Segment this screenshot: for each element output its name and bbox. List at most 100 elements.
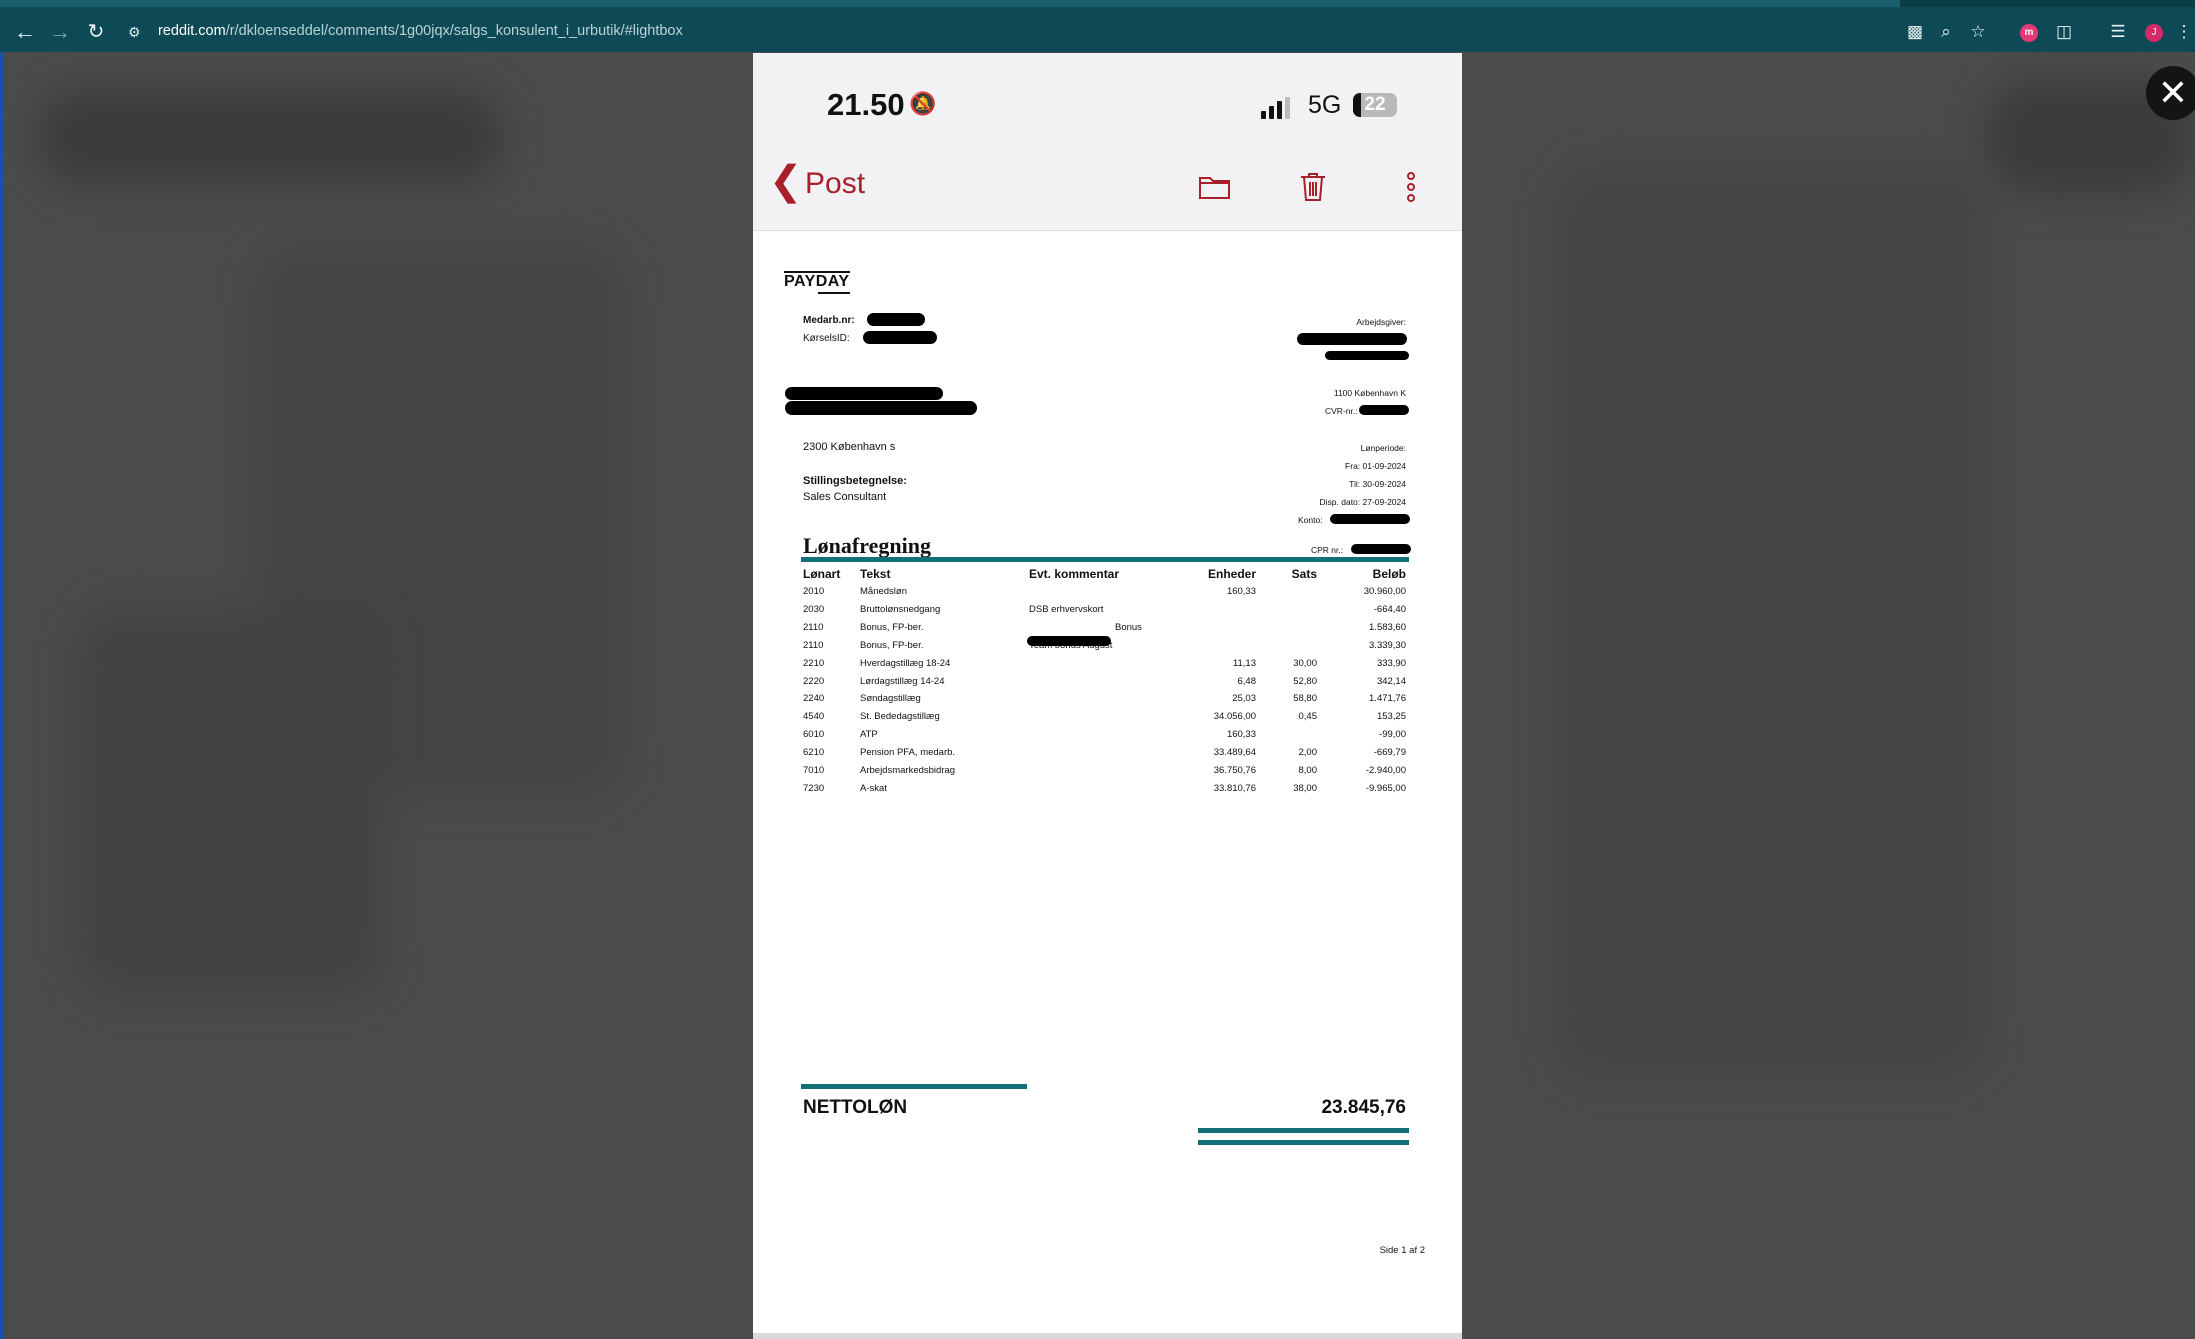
- menu-kebab-icon[interactable]: ⋮: [2173, 21, 2195, 43]
- back-arrow-icon[interactable]: ←: [12, 19, 38, 45]
- cast-icon[interactable]: ▩: [1904, 21, 1926, 43]
- cpr-label: CPR nr.:: [1311, 545, 1344, 555]
- row-units: 33.489,64: [1213, 747, 1256, 759]
- row-amount: -2.940,00: [1365, 765, 1406, 776]
- account-label: Konto:: [1298, 515, 1323, 525]
- row-code: 2210: [803, 657, 825, 669]
- row-code: 7010: [803, 765, 825, 776]
- redaction: [1359, 405, 1409, 415]
- row-amount: 333,90: [1376, 657, 1406, 669]
- col-header-text: Tekst: [860, 567, 891, 581]
- col-header-code: Lønart: [803, 567, 841, 581]
- more-options-icon: [1407, 172, 1415, 202]
- row-code: 2010: [803, 586, 825, 597]
- reload-icon[interactable]: ↻: [83, 19, 109, 45]
- phone-status-bar: 21.50 🔕 5G 22: [753, 53, 1462, 143]
- row-code: 2030: [803, 603, 825, 615]
- net-pay-value: 23.845,76: [1321, 1097, 1406, 1118]
- row-rate: 2,00: [1298, 747, 1318, 759]
- tab-strip: [0, 0, 1900, 7]
- period-label: Lønperiode:: [1360, 443, 1406, 453]
- redaction: [863, 331, 937, 344]
- silent-bell-icon: 🔕: [909, 91, 937, 116]
- chevron-left-icon: ❮: [769, 159, 803, 203]
- address-bar[interactable]: ⚙ reddit.com/r/dkloenseddel/comments/1g0…: [124, 17, 1904, 47]
- row-code: 4540: [803, 711, 825, 723]
- col-header-units: Enheder: [1207, 567, 1256, 581]
- browser-toolbar: ← → ↻ ⚙ reddit.com/r/dkloenseddel/commen…: [0, 0, 2195, 52]
- extensions-puzzle-icon[interactable]: ◫: [2053, 21, 2075, 43]
- row-rate: 38,00: [1293, 782, 1317, 794]
- col-header-rate: Sats: [1291, 567, 1317, 581]
- forward-arrow-icon[interactable]: →: [47, 19, 73, 45]
- payslip-row: 7010 Arbejdsmarkedsbidrag 36.750,76 8,00 -2.…: [753, 765, 1462, 783]
- payslip-document: PAYDAY Medarb.nr: KørselsID: 2300 Københ…: [753, 241, 1462, 1339]
- row-code: 6210: [803, 747, 825, 759]
- payslip-row: 2030 Bruttolønsnedgang DSB erhvervskort -66…: [753, 604, 1462, 622]
- url-text[interactable]: reddit.com/r/dkloenseddel/comments/1g00j…: [158, 23, 683, 39]
- row-text: St. Bededagstillæg: [860, 711, 940, 723]
- row-amount: 1.583,60: [1369, 621, 1406, 633]
- row-code: 7230: [803, 782, 825, 794]
- row-text: Arbejdsmarkedsbidrag: [860, 765, 956, 776]
- row-text: Bonus, FP-ber.: [860, 621, 924, 633]
- payslip-row: 2240 Søndagstillæg 25,03 58,80 1.471,76: [753, 693, 1462, 711]
- row-text: Lørdagstillæg 14-24: [860, 675, 945, 687]
- payslip-row: 2220 Lørdagstillæg 14-24 6,48 52,80 342,14: [753, 676, 1462, 694]
- row-code: 2220: [803, 675, 825, 687]
- page-number: Side 1 af 2: [1379, 1245, 1425, 1256]
- mail-navbar: ❮ Post: [753, 143, 1462, 231]
- row-text: Bonus, FP-ber.: [860, 639, 924, 651]
- extension-icon[interactable]: m: [2020, 24, 2038, 42]
- period-from: Fra: 01-09-2024: [1345, 461, 1406, 471]
- row-rate: 8,00: [1298, 765, 1318, 776]
- row-amount: 153,25: [1376, 711, 1406, 723]
- row-amount: 3.339,30: [1369, 639, 1406, 651]
- signal-icon: [1261, 97, 1291, 119]
- row-code: 2110: [803, 621, 824, 633]
- battery-level: 22: [1364, 94, 1386, 115]
- row-code: 6010: [803, 729, 825, 741]
- row-units: 11,13: [1232, 657, 1256, 669]
- url-path: /r/dkloenseddel/comments/1g00jqx/salgs_k…: [225, 23, 683, 39]
- site-settings-icon[interactable]: ⚙: [128, 23, 146, 41]
- row-text: Månedsløn: [860, 586, 907, 597]
- folder-icon: [1199, 177, 1230, 199]
- url-domain: reddit.com: [158, 23, 226, 39]
- row-rate: 30,00: [1293, 657, 1317, 669]
- employee-city: 2300 København s: [803, 441, 896, 453]
- page-edge: [0, 52, 3, 1339]
- row-amount: 30.960,00: [1363, 586, 1406, 597]
- document-edge: [753, 1333, 1462, 1339]
- media-controls-icon[interactable]: ☰: [2107, 21, 2129, 43]
- net-pay-label: NETTOLØN: [803, 1097, 908, 1118]
- payslip-row: 4540 St. Bededagstillæg 34.056,00 0,45 153,2…: [753, 711, 1462, 729]
- redaction: [1325, 351, 1409, 360]
- row-code: 2110: [803, 639, 824, 651]
- row-units: 160,33: [1226, 586, 1256, 597]
- row-text: Bruttolønsnedgang: [860, 603, 941, 615]
- payslip-row: 2010 Månedsløn 160,33 30.960,00: [753, 586, 1462, 604]
- net-double-rule-1: [1198, 1128, 1409, 1133]
- row-units: 34.056,00: [1213, 711, 1256, 723]
- zoom-icon[interactable]: ⌕: [1935, 21, 1957, 43]
- close-lightbox-button[interactable]: ✕: [2146, 66, 2195, 120]
- row-units: 25,03: [1232, 693, 1256, 705]
- row-comment: Bonus: [1115, 621, 1142, 633]
- row-rate: 0,45: [1298, 711, 1318, 723]
- redaction: [785, 401, 977, 415]
- row-units: 6,48: [1237, 675, 1257, 687]
- bookmark-star-icon[interactable]: ☆: [1967, 21, 1989, 43]
- row-amount: -664,40: [1373, 603, 1406, 615]
- network-type: 5G: [1308, 91, 1342, 119]
- profile-avatar[interactable]: J: [2145, 24, 2163, 42]
- row-text: Pension PFA, medarb.: [860, 747, 956, 759]
- row-units: 33.810,76: [1213, 782, 1256, 794]
- net-left-rule: [801, 1084, 1027, 1089]
- heading-rule: [801, 557, 1409, 562]
- row-amount: -669,79: [1373, 747, 1406, 759]
- row-amount: -99,00: [1379, 729, 1406, 741]
- trash-icon: [1301, 173, 1325, 201]
- close-icon: ✕: [2157, 72, 2189, 113]
- payslip-heading: Lønafregning: [803, 533, 931, 558]
